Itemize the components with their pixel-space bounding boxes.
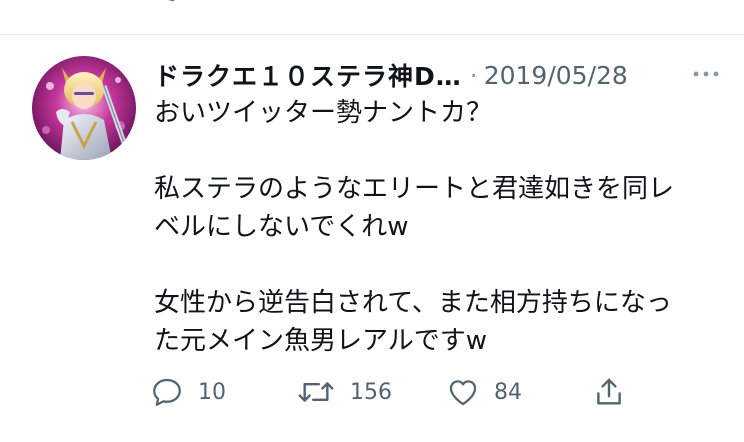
heart-icon[interactable] <box>454 0 476 4</box>
like-count: 84 <box>494 379 522 405</box>
retweet-button[interactable]: 156 <box>296 372 392 412</box>
separator-dot: · <box>469 60 478 90</box>
tweet-divider <box>0 34 744 35</box>
avatar-image <box>32 56 136 160</box>
retweet-icon[interactable] <box>312 0 334 4</box>
share-icon <box>597 378 621 405</box>
reply-icon[interactable] <box>160 0 182 4</box>
like-button[interactable]: 84 <box>446 372 522 412</box>
reply-icon <box>153 378 181 406</box>
tweet-date[interactable]: 2019/05/28 <box>484 61 628 90</box>
previous-tweet-actions <box>0 0 744 34</box>
heart-icon <box>449 380 477 406</box>
tweet-text-line: おいツイッター勢ナントカ？ <box>154 98 493 128</box>
tweet-text-line: 私ステラのようなエリートと君達如きを同レ <box>154 174 675 204</box>
tweet-page: ドラクエ１０ステラ神D… · 2019/05/28 おいツイッター勢ナントカ？ … <box>0 0 744 442</box>
reply-count: 10 <box>198 379 226 405</box>
tweet-text-line: ベルにしないでくれw <box>154 212 409 242</box>
display-name[interactable]: ドラクエ１０ステラ神D… <box>154 57 462 93</box>
avatar[interactable] <box>32 56 136 160</box>
tweet-text-line: 女性から逆告白されて、また相方持ちになっ <box>154 288 672 318</box>
tweet-header: ドラクエ１０ステラ神D… · 2019/05/28 <box>154 58 714 92</box>
share-button[interactable] <box>592 372 626 412</box>
tweet-actions: 10 156 84 <box>150 372 710 412</box>
share-icon[interactable] <box>596 0 618 4</box>
tweet-body: おいツイッター勢ナントカ？ 私ステラのようなエリートと君達如きを同レ ベルにしな… <box>154 94 714 360</box>
reply-button[interactable]: 10 <box>150 372 226 412</box>
retweet-icon <box>298 382 334 402</box>
more-icon[interactable] <box>690 64 722 84</box>
tweet-text-line: た元メイン魚男レアルですw <box>154 326 488 356</box>
retweet-count: 156 <box>350 379 392 405</box>
